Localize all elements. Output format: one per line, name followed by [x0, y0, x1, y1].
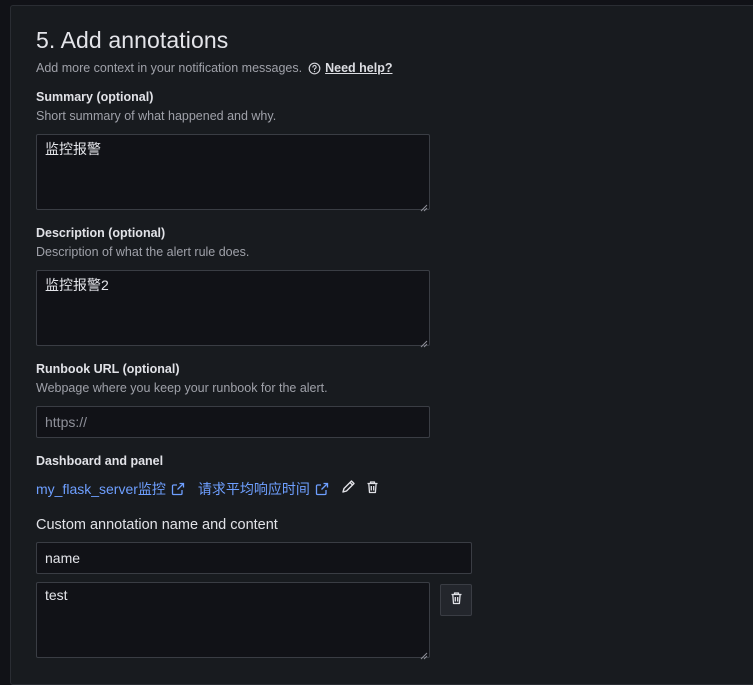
custom-annotation-name-value: name	[45, 550, 81, 566]
section-subtitle: Add more context in your notification me…	[36, 61, 303, 75]
summary-description: Short summary of what happened and why.	[36, 109, 277, 123]
dashboard-panel-row: my_flask_server监控 请求平均响应时间	[36, 479, 379, 499]
section-title: 5. Add annotations	[36, 27, 229, 53]
description-description: Description of what the alert rule does.	[36, 245, 250, 259]
edit-dashboard-button[interactable]	[341, 479, 356, 499]
trash-icon	[450, 591, 463, 610]
delete-custom-annotation-button[interactable]	[440, 584, 472, 616]
description-textarea[interactable]: 监控报警2	[36, 270, 430, 348]
section-subtitle-row: Add more context in your notification me…	[36, 61, 392, 75]
runbook-url-placeholder: https://	[45, 414, 88, 430]
panel-link-label: 请求平均响应时间	[197, 481, 310, 497]
summary-value: 监控报警	[45, 141, 101, 157]
runbook-label: Runbook URL (optional)	[36, 362, 180, 376]
description-label: Description (optional)	[36, 226, 166, 240]
runbook-url-input[interactable]: https://	[36, 406, 430, 438]
summary-textarea[interactable]: 监控报警	[36, 134, 430, 212]
resize-grip-icon[interactable]	[419, 199, 428, 212]
resize-grip-icon[interactable]	[419, 647, 428, 660]
need-help-link[interactable]: Need help?	[325, 61, 392, 75]
custom-annotation-name-input[interactable]: name	[36, 542, 472, 574]
runbook-description: Webpage where you keep your runbook for …	[36, 381, 328, 395]
panel-link[interactable]: 请求平均响应时间	[198, 479, 329, 499]
dashboard-link-label: my_flask_server监控	[36, 481, 166, 497]
help-circle-icon	[308, 62, 321, 75]
external-link-icon	[171, 482, 185, 496]
custom-annotation-label: Custom annotation name and content	[36, 517, 278, 533]
dashboard-label: Dashboard and panel	[36, 454, 164, 468]
trash-icon	[366, 480, 379, 499]
resize-grip-icon[interactable]	[419, 335, 428, 348]
summary-label: Summary (optional)	[36, 90, 154, 104]
annotations-card: 5. Add annotations Add more context in y…	[10, 5, 753, 685]
description-value: 监控报警2	[45, 277, 109, 293]
dashboard-link[interactable]: my_flask_server监控	[36, 479, 185, 499]
remove-dashboard-button[interactable]	[366, 480, 379, 499]
custom-annotation-content-textarea[interactable]: test	[36, 582, 430, 660]
pen-icon	[341, 479, 356, 499]
external-link-icon	[315, 482, 329, 496]
custom-annotation-content-value: test	[45, 587, 68, 603]
